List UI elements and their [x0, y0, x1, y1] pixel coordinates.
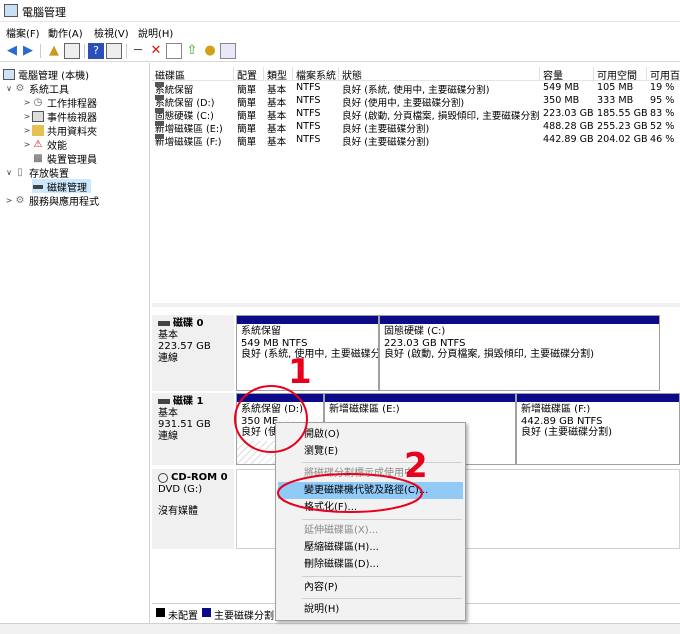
annotation-circle-1 — [234, 385, 308, 453]
annotation-label-1: 1 — [288, 352, 312, 392]
annotation-circle-2 — [277, 473, 423, 513]
annotation-overlay — [234, 385, 423, 513]
annotation-label-2: 2 — [404, 446, 428, 486]
